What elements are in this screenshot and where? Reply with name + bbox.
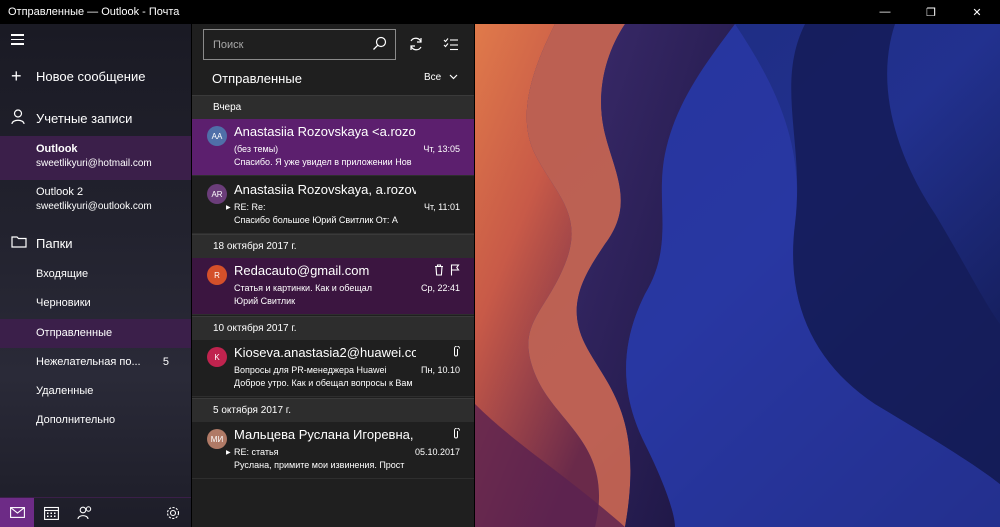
chevron-down-icon [449,72,458,83]
message-subject: Статья и картинки. Как и обещал [234,283,373,293]
folder-name: Дополнительно [36,414,116,426]
message-item[interactable]: K Kioseva.anastasia2@huawei.com Вопросы … [192,340,474,397]
app-switcher-bar [0,497,191,527]
date-group-header: 10 октября 2017 г. [192,316,474,340]
message-time: 05.10.2017 [414,447,460,457]
date-group-label: 5 октября 2017 г. [213,405,291,416]
search-icon[interactable] [372,36,387,56]
message-subject: RE: Re: [234,202,266,212]
message-list-pane: Поиск Отправленные Все Вчера AA Anastasi… [192,24,474,527]
message-indicators [452,345,460,363]
hover-actions [434,263,460,281]
title-bar: Отправленные — Outlook - Почта — ❐ ✕ [0,0,1000,24]
avatar: МИ [207,429,227,449]
account-outlook-2[interactable]: Outlook 2 sweetlikyuri@outlook.com [0,179,191,223]
attachment-icon [452,345,460,363]
person-icon [11,109,25,130]
folders-header[interactable]: Папки [0,230,191,256]
message-preview: Юрий Свитлик [234,296,296,306]
maximize-button[interactable]: ❐ [908,0,954,24]
search-placeholder: Поиск [213,39,244,51]
message-time: Чт, 13:05 [423,144,460,154]
message-item[interactable]: R Redacauto@gmail.com Статья и картинки.… [192,258,474,315]
account-email: sweetlikyuri@outlook.com [36,201,152,212]
date-group-header: 18 октября 2017 г. [192,234,474,258]
thread-expand-icon[interactable]: ▶ [226,204,231,211]
avatar: AR [207,184,227,204]
sync-icon[interactable] [405,33,427,55]
folder-name: Отправленные [36,327,113,339]
new-message-label: Новое сообщение [36,69,146,84]
avatar: R [207,265,227,285]
date-group-header: Вчера [192,95,474,119]
minimize-button[interactable]: — [862,0,908,24]
account-email: sweetlikyuri@hotmail.com [36,158,152,169]
folder-more[interactable]: Дополнительно [0,406,191,435]
flag-icon[interactable] [450,263,460,281]
message-sender: Redacauto@gmail.com [234,263,370,278]
folder-name: Черновики [36,297,91,309]
message-time: Чт, 11:01 [424,202,460,212]
message-preview: Спасибо большое Юрий Свитлик От: A [234,215,398,225]
people-icon[interactable] [68,498,102,527]
mail-icon[interactable] [0,497,34,527]
hamburger-menu-icon[interactable] [11,34,24,48]
canyon-background-image [475,24,1000,527]
date-group-label: Вчера [213,102,242,113]
folder-name: Удаленные [36,385,94,397]
message-sender: Anastasiia Rozovskaya, a.rozovsk [234,182,416,197]
calendar-icon[interactable] [34,498,68,527]
message-subject: Вопросы для PR-менеджера Huawei [234,365,387,375]
folder-drafts[interactable]: Черновики [0,289,191,318]
folders-label: Папки [36,236,73,251]
message-time: Ср, 22:41 [420,283,460,293]
reading-pane-background [475,24,1000,527]
date-group-label: 10 октября 2017 г. [213,323,297,334]
navigation-pane: + Новое сообщение Учетные записи Outlook… [0,24,191,527]
avatar: K [207,347,227,367]
message-subject: (без темы) [234,144,279,154]
folder-icon [11,235,27,253]
date-group-header: 5 октября 2017 г. [192,398,474,422]
avatar: AA [207,126,227,146]
filter-dropdown[interactable]: Все [424,72,458,83]
folder-inbox[interactable]: Входящие [0,260,191,289]
message-preview: Спасибо. Я уже увидел в приложении Нов [234,157,412,167]
folder-title: Отправленные [212,71,302,86]
account-name: Outlook 2 [36,186,84,198]
close-button[interactable]: ✕ [954,0,1000,24]
message-time: Пн, 10.10 [421,365,460,375]
unread-count: 5 [162,356,169,368]
folder-junk[interactable]: Нежелательная по... 5 [0,348,191,377]
window-title: Отправленные — Outlook - Почта [8,6,180,18]
message-item[interactable]: AR Anastasiia Rozovskaya, a.rozovsk ▶ RE… [192,177,474,234]
folder-deleted[interactable]: Удаленные [0,377,191,406]
filter-label: Все [423,72,442,83]
gear-icon[interactable] [155,498,191,527]
accounts-header[interactable]: Учетные записи [0,105,191,131]
selection-mode-icon[interactable] [440,33,462,55]
message-item[interactable]: МИ Мальцева Руслана Игоревна, ▶ RE: стат… [192,422,474,479]
thread-expand-icon[interactable]: ▶ [226,449,231,456]
folder-name: Нежелательная по... [36,356,141,368]
message-sender: Anastasiia Rozovskaya <a.rozovs [234,124,416,139]
search-input[interactable]: Поиск [203,29,396,60]
new-message-button[interactable]: + Новое сообщение [0,64,191,90]
delete-icon[interactable] [434,263,444,281]
message-sender: Мальцева Руслана Игоревна, [234,427,414,442]
folder-sent[interactable]: Отправленные [0,319,191,348]
message-indicators [452,427,460,445]
message-preview: Доброе утро. Как и обещал вопросы к Вам [234,378,413,388]
message-subject: RE: статья [234,447,279,457]
date-group-label: 18 октября 2017 г. [213,241,297,252]
folder-name: Входящие [36,268,89,280]
attachment-icon [452,427,460,445]
message-preview: Руслана, примите мои извинения. Прост [234,460,405,470]
account-outlook[interactable]: Outlook sweetlikyuri@hotmail.com [0,136,191,180]
plus-icon: + [11,66,22,86]
message-sender: Kioseva.anastasia2@huawei.com [234,345,416,360]
account-name: Outlook [36,143,78,155]
accounts-label: Учетные записи [36,111,133,126]
message-item[interactable]: AA Anastasiia Rozovskaya <a.rozovs (без … [192,119,474,176]
